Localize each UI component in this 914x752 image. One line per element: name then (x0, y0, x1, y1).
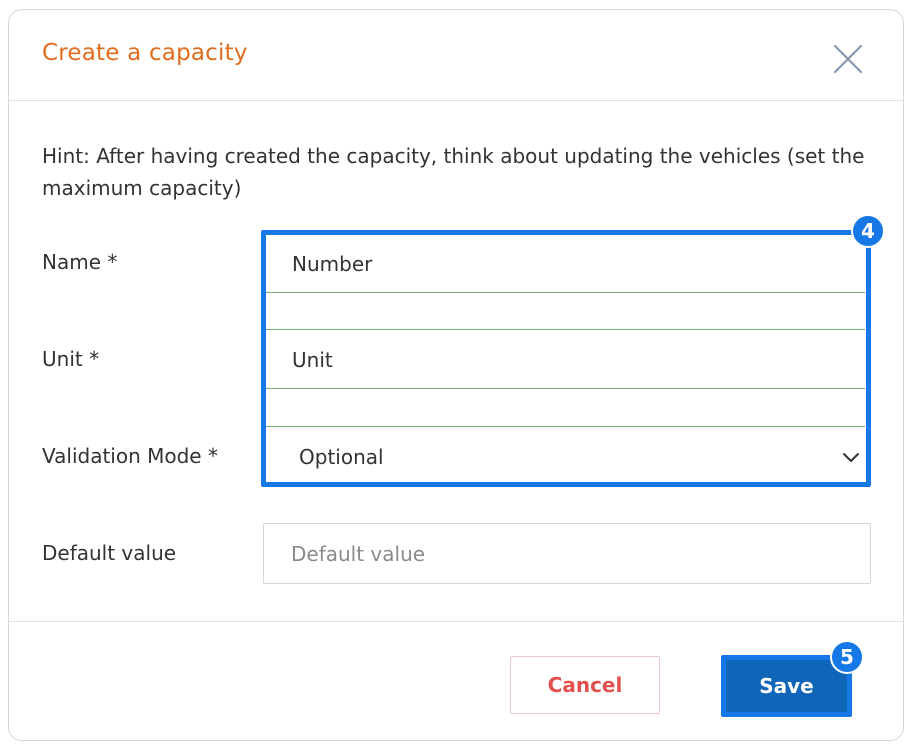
default-value-input[interactable] (263, 523, 871, 584)
chevron-down-icon (843, 453, 859, 462)
default-value-label: Default value (42, 541, 177, 565)
close-icon (833, 44, 863, 74)
unit-input-value: Unit (292, 347, 333, 372)
unit-label: Unit * (42, 347, 100, 371)
name-input[interactable]: Number (265, 235, 865, 293)
hint-text: Hint: After having created the capacity,… (42, 144, 865, 200)
unit-input[interactable]: Unit (265, 331, 865, 389)
create-capacity-dialog: Create a capacity Hint: After having cre… (8, 9, 904, 741)
dialog-title: Create a capacity (42, 40, 248, 66)
step-badge-4: 4 (851, 214, 885, 248)
dialog-header: Create a capacity (9, 10, 903, 101)
validation-mode-select[interactable]: Optional (265, 428, 865, 486)
cancel-button[interactable]: Cancel (510, 656, 660, 714)
validation-mode-label: Validation Mode * (42, 444, 218, 468)
name-input-helper (265, 293, 865, 330)
footer-divider (9, 621, 903, 622)
validation-mode-value: Optional (299, 445, 384, 469)
name-label: Name * (42, 250, 118, 274)
close-button[interactable] (832, 43, 864, 75)
unit-input-helper (265, 390, 865, 427)
step-badge-5: 5 (830, 640, 864, 674)
name-input-value: Number (292, 251, 373, 276)
